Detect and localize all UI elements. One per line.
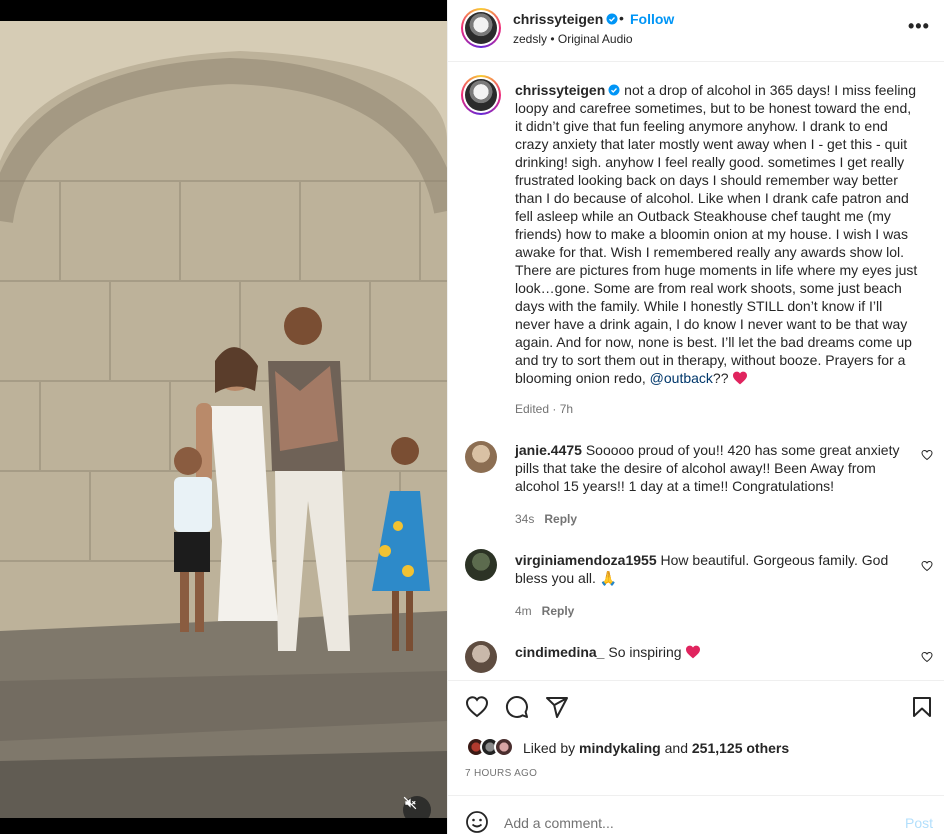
commenter-username[interactable]: cindimedina_ [515,644,604,660]
red-heart-emoji-icon [733,371,748,385]
mute-button[interactable] [403,796,431,818]
comment-input[interactable] [504,813,884,833]
comments-section[interactable]: chrissyteigen not a drop of alcohol in 3… [448,63,944,680]
post-timestamp[interactable]: 7 HOURS AGO [465,768,537,779]
family-photo-illustration [0,21,447,818]
caption-mention-link[interactable]: @outback [650,370,713,386]
post-comment-button[interactable]: Post [905,815,933,831]
reply-button[interactable]: Reply [542,604,575,618]
audio-owner[interactable]: zedsly [513,32,547,46]
red-heart-emoji-icon [686,645,701,659]
comment-meta: 4m Reply [515,604,575,618]
post-details-panel: chrissyteigen • Follow zedsly • Original… [447,0,944,834]
verified-badge-icon [608,84,620,96]
comment-like-heart-icon[interactable] [921,560,933,572]
audio-label[interactable]: Original Audio [558,32,633,46]
liker-username[interactable]: mindykaling [579,740,661,756]
comment-meta: 34s Reply [515,512,578,526]
more-options-icon[interactable]: ••• [908,16,930,37]
commenter-avatar[interactable] [465,549,497,581]
post-media[interactable] [0,0,447,834]
comment-text: janie.4475 Sooooo proud of you!! 420 has… [515,442,900,494]
commenter-username[interactable]: janie.4475 [515,442,582,458]
post-caption: chrissyteigen not a drop of alcohol in 3… [515,82,918,386]
mute-icon [403,796,417,810]
reply-button[interactable]: Reply [544,512,577,526]
post-header: chrissyteigen • Follow zedsly • Original… [448,0,944,62]
commenter-avatar[interactable] [465,641,497,673]
caption-text: not a drop of alcohol in 365 days! I mis… [515,82,918,386]
comment-icon[interactable] [505,695,529,719]
caption-username[interactable]: chrissyteigen [515,82,605,98]
commenter-avatar[interactable] [465,441,497,473]
comment-text: cindimedina_ So inspiring [515,643,915,661]
post-actions: Liked by mindykaling and 251,125 others … [448,680,944,795]
caption-author-avatar[interactable] [461,75,501,115]
comment-text: virginiamendoza1955 How beautiful. Gorge… [515,552,889,586]
emoji-icon[interactable] [465,810,489,834]
add-comment-bar: Post [448,795,944,834]
heart-icon[interactable] [465,695,489,719]
post-video-frame[interactable] [0,21,447,818]
author-username[interactable]: chrissyteigen [513,11,618,27]
likes-count[interactable]: 251,125 others [692,740,789,756]
comment-like-heart-icon[interactable] [921,651,933,663]
likes-summary[interactable]: Liked by mindykaling and 251,125 others [523,740,789,756]
author-avatar[interactable] [461,8,501,48]
liker-avatar[interactable] [494,737,514,757]
bookmark-icon[interactable] [910,695,934,719]
comment-like-heart-icon[interactable] [921,449,933,461]
caption-edited-time: Edited · 7h [515,402,574,416]
commenter-username[interactable]: virginiamendoza1955 [515,552,657,568]
verified-badge-icon [606,13,618,25]
header-separator: • [619,10,624,26]
audio-info[interactable]: zedsly • Original Audio [513,32,633,46]
follow-button[interactable]: Follow [630,11,674,27]
share-icon[interactable] [545,695,569,719]
